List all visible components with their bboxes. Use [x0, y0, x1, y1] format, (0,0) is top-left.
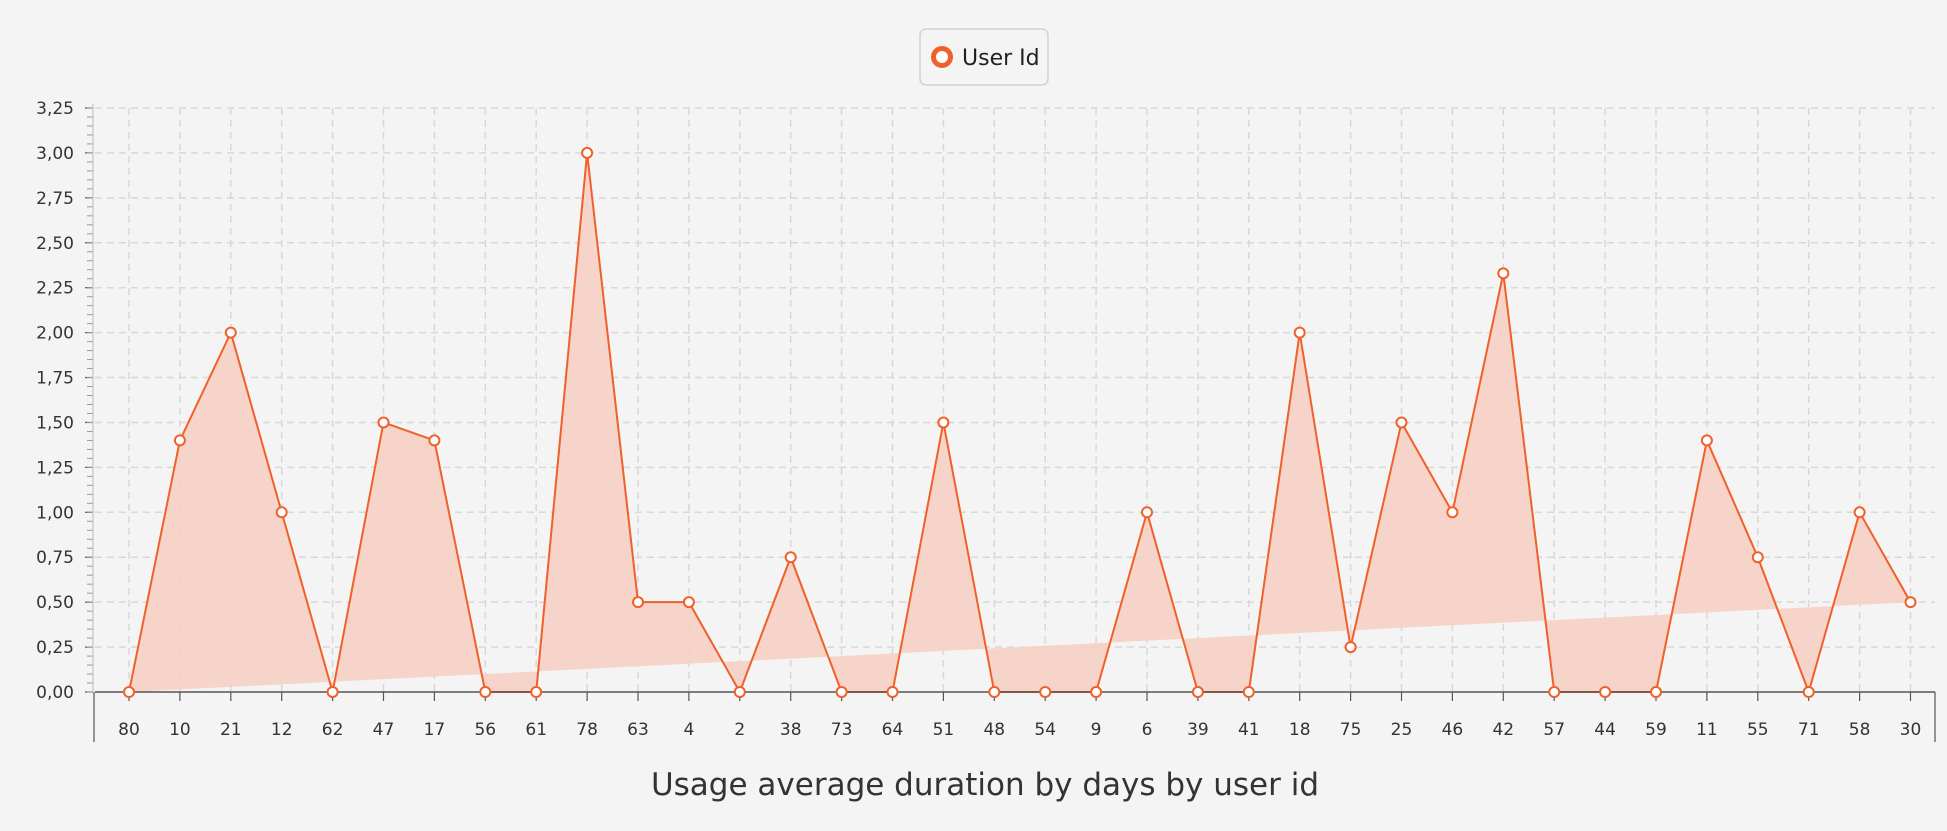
x-tick-label: 78 [576, 720, 598, 740]
data-point [1548, 686, 1561, 698]
data-point [1395, 416, 1408, 429]
x-tick-label: 12 [271, 720, 293, 740]
data-point [1853, 506, 1866, 519]
y-tick-label: 2,00 [36, 324, 74, 344]
data-point [479, 686, 492, 698]
data-point [1446, 506, 1459, 519]
data-point [1599, 686, 1612, 698]
x-tick-label: 42 [1492, 720, 1514, 740]
x-tick-label: 44 [1594, 720, 1616, 740]
x-tick-label: 41 [1238, 720, 1260, 740]
area-chart: 0,00 0,25 0,50 0,75 1,00 1,25 1,50 1,75 2,00 2,25… [36, 28, 1936, 803]
x-tick-label: 39 [1187, 720, 1209, 740]
x-tick-label: 73 [831, 720, 853, 740]
data-point [937, 416, 950, 429]
data-point [1293, 326, 1306, 339]
y-tick-label: 1,50 [36, 413, 74, 433]
x-tick-label: 30 [1900, 720, 1922, 740]
y-tick-label: 1,25 [36, 458, 74, 478]
data-point [377, 416, 390, 429]
x-tick-label: 47 [373, 720, 395, 740]
data-point [123, 686, 135, 698]
x-tick-label: 80 [118, 720, 140, 740]
x-axis-title: Usage average duration by days by user i… [651, 767, 1319, 803]
data-point [1700, 434, 1713, 447]
legend: User Id [919, 28, 1049, 86]
data-point [784, 551, 797, 564]
y-tick-label: 0,75 [36, 548, 74, 568]
x-tick-label: 48 [983, 720, 1005, 740]
x-tick-label: 9 [1091, 720, 1102, 740]
x-tick-label: 55 [1747, 720, 1769, 740]
data-point [1904, 596, 1917, 609]
x-tick-label: 17 [424, 720, 446, 740]
chart: 0,00 0,25 0,50 0,75 1,00 1,25 1,50 1,75 2,00 2,25… [0, 0, 1947, 831]
data-point [1751, 551, 1764, 564]
data-point [428, 434, 441, 447]
x-tick-label: 21 [220, 720, 242, 740]
x-tick-label: 51 [933, 720, 955, 740]
data-point [581, 146, 594, 159]
x-tick-label: 25 [1391, 720, 1413, 740]
data-point [1497, 267, 1510, 280]
data-point [1090, 686, 1103, 698]
data-point [530, 686, 543, 698]
y-tick-label: 1,75 [36, 369, 74, 389]
x-tick-label: 46 [1442, 720, 1464, 740]
data-point [1802, 686, 1815, 698]
legend-marker-icon [931, 46, 953, 68]
data-point [326, 686, 339, 698]
x-tick-label: 59 [1645, 720, 1667, 740]
y-tick-label: 1,00 [36, 503, 74, 523]
x-tick-label: 4 [683, 720, 694, 740]
data-point [173, 434, 186, 447]
data-point [1650, 686, 1662, 698]
x-tick-label: 10 [169, 720, 191, 740]
data-point [1191, 686, 1204, 698]
x-tick-label: 38 [780, 720, 802, 740]
x-tick-label: 61 [525, 720, 547, 740]
y-tick-label: 3,00 [36, 144, 74, 164]
x-tick-label: 71 [1798, 720, 1820, 740]
x-tick-label: 11 [1696, 720, 1718, 740]
data-point [733, 686, 746, 698]
data-point [835, 686, 848, 698]
x-tick-label: 63 [627, 720, 649, 740]
x-tick-label: 2 [734, 720, 745, 740]
data-point [632, 596, 644, 609]
data-point [224, 326, 237, 339]
x-tick-label: 56 [474, 720, 496, 740]
data-point [275, 506, 288, 519]
x-tick-label: 62 [322, 720, 344, 740]
legend-label: User Id [962, 46, 1040, 71]
x-tick-label: 57 [1543, 720, 1565, 740]
y-tick-label: 0,00 [36, 683, 74, 703]
x-tick-label: 58 [1849, 720, 1871, 740]
data-point [1242, 686, 1255, 698]
y-tick-label: 2,75 [36, 189, 74, 209]
x-tick-label: 64 [882, 720, 904, 740]
x-tick-label: 18 [1289, 720, 1311, 740]
y-tick-label: 0,25 [36, 638, 74, 658]
y-tick-label: 2,25 [36, 279, 74, 299]
data-point [1039, 686, 1052, 698]
data-point [1141, 506, 1153, 519]
y-tick-label: 0,50 [36, 593, 74, 613]
data-point [988, 686, 1001, 698]
data-point [886, 686, 899, 698]
y-tick-label: 2,50 [36, 234, 74, 254]
data-point [1344, 641, 1357, 654]
x-tick-label: 75 [1340, 720, 1362, 740]
y-tick-label: 3,25 [36, 99, 74, 119]
x-tick-label: 54 [1034, 720, 1056, 740]
x-tick-label: 6 [1142, 720, 1153, 740]
data-point [682, 596, 695, 609]
